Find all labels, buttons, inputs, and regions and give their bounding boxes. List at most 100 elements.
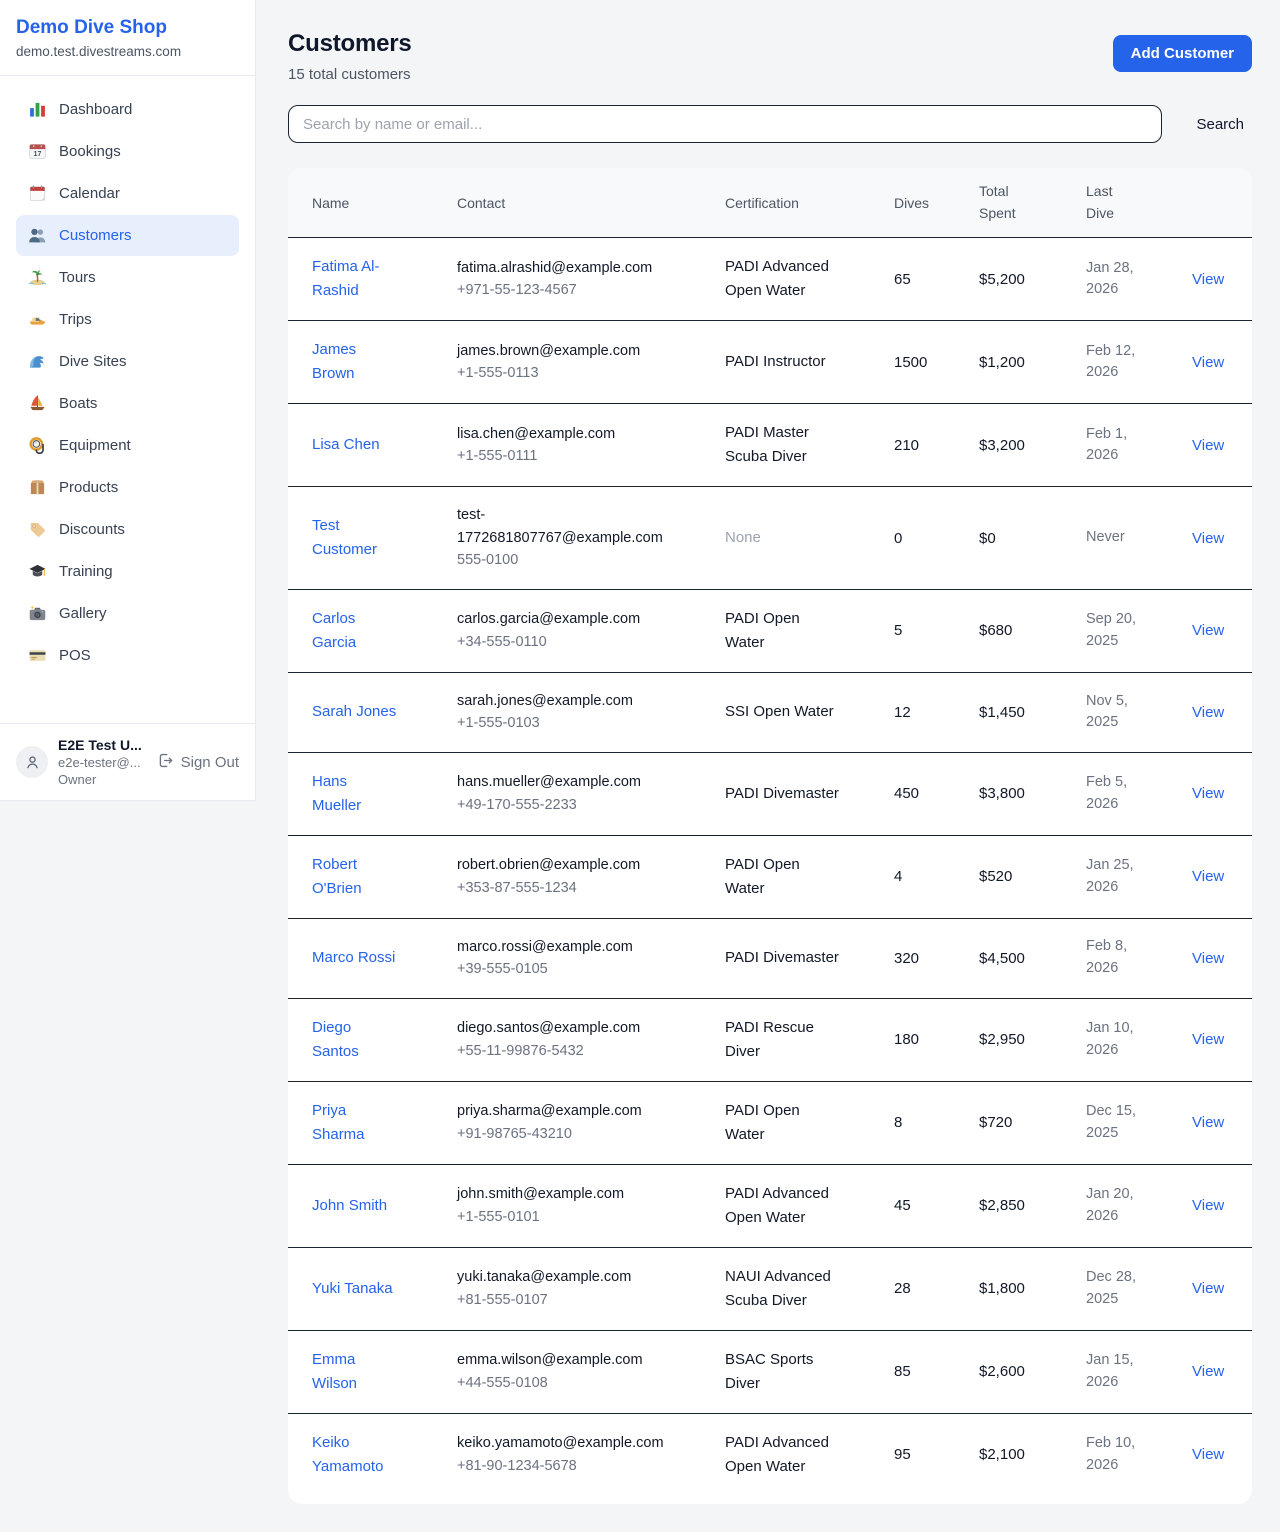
customer-name-link[interactable]: Sarah Jones xyxy=(312,700,396,724)
view-link[interactable]: View xyxy=(1192,950,1224,967)
table-row: James Brown james.brown@example.com +1-5… xyxy=(288,321,1252,404)
table-row: Emma Wilson emma.wilson@example.com +44-… xyxy=(288,1330,1252,1413)
customer-certification: SSI Open Water xyxy=(725,700,843,724)
customer-phone: +49-170-555-2233 xyxy=(457,794,709,816)
view-link[interactable]: View xyxy=(1192,622,1224,639)
customer-name-link[interactable]: Fatima Al-Rashid xyxy=(312,255,399,303)
customer-email: james.brown@example.com xyxy=(457,340,669,362)
table-row: Fatima Al-Rashid fatima.alrashid@example… xyxy=(288,238,1252,321)
shop-domain: demo.test.divestreams.com xyxy=(16,44,239,59)
view-link[interactable]: View xyxy=(1192,437,1224,454)
customer-name-link[interactable]: Marco Rossi xyxy=(312,946,395,970)
customer-last-dive: Jan 25, 2026 xyxy=(1086,855,1150,899)
customer-name-link[interactable]: Priya Sharma xyxy=(312,1099,399,1147)
view-link[interactable]: View xyxy=(1192,1363,1224,1380)
sidebar-item-bookings[interactable]: 17 Bookings xyxy=(16,131,239,172)
column-header-contact: Contact xyxy=(457,168,725,238)
search-button[interactable]: Search xyxy=(1188,112,1252,137)
view-link[interactable]: View xyxy=(1192,1446,1224,1463)
customer-email: keiko.yamamoto@example.com xyxy=(457,1432,669,1454)
view-link[interactable]: View xyxy=(1192,785,1224,802)
sidebar-item-products[interactable]: Products xyxy=(16,467,239,508)
sidebar: Demo Dive Shop demo.test.divestreams.com… xyxy=(0,0,256,801)
view-link[interactable]: View xyxy=(1192,1031,1224,1048)
sidebar-item-trips[interactable]: Trips xyxy=(16,299,239,340)
customer-certification: PADI Open Water xyxy=(725,1099,843,1147)
customer-name-link[interactable]: Hans Mueller xyxy=(312,770,399,818)
sidebar-item-tours[interactable]: Tours xyxy=(16,257,239,298)
gallery-icon xyxy=(28,604,47,623)
shop-name[interactable]: Demo Dive Shop xyxy=(16,17,239,39)
sidebar-item-dashboard[interactable]: Dashboard xyxy=(16,89,239,130)
customer-certification: PADI Advanced Open Water xyxy=(725,1431,843,1479)
customer-name-link[interactable]: Robert O'Brien xyxy=(312,853,399,901)
customer-name-link[interactable]: Diego Santos xyxy=(312,1016,399,1064)
table-row: Lisa Chen lisa.chen@example.com +1-555-0… xyxy=(288,404,1252,487)
customer-total-spent: $0 xyxy=(979,487,1086,589)
sidebar-item-pos[interactable]: POS xyxy=(16,635,239,676)
sidebar-item-boats[interactable]: Boats xyxy=(16,383,239,424)
sidebar-item-customers[interactable]: Customers xyxy=(16,215,239,256)
column-header-last-dive: Last Dive xyxy=(1086,168,1192,238)
customer-name-link[interactable]: Test Customer xyxy=(312,514,399,562)
sidebar-item-calendar[interactable]: Calendar xyxy=(16,173,239,214)
customer-phone: +1-555-0111 xyxy=(457,445,709,467)
customer-last-dive: Jan 15, 2026 xyxy=(1086,1350,1150,1394)
customer-total-spent: $680 xyxy=(979,589,1086,672)
customer-certification: PADI Advanced Open Water xyxy=(725,1182,843,1230)
svg-text:17: 17 xyxy=(34,150,42,158)
customer-dives: 450 xyxy=(894,752,979,835)
tours-icon xyxy=(28,268,47,287)
search-bar: Search xyxy=(288,105,1252,143)
pos-icon xyxy=(28,646,47,665)
customer-name-link[interactable]: Yuki Tanaka xyxy=(312,1277,393,1301)
trips-icon xyxy=(28,310,47,329)
customers-table: NameContactCertificationDivesTotal Spent… xyxy=(288,168,1252,1496)
view-link[interactable]: View xyxy=(1192,868,1224,885)
sidebar-item-discounts[interactable]: Discounts xyxy=(16,509,239,550)
customer-last-dive: Sep 20, 2025 xyxy=(1086,609,1150,653)
customer-certification: PADI Divemaster xyxy=(725,946,843,970)
view-link[interactable]: View xyxy=(1192,1114,1224,1131)
customer-dives: 85 xyxy=(894,1330,979,1413)
table-header-row: NameContactCertificationDivesTotal Spent… xyxy=(288,168,1252,238)
table-body: Fatima Al-Rashid fatima.alrashid@example… xyxy=(288,238,1252,1496)
customer-name-link[interactable]: John Smith xyxy=(312,1194,387,1218)
customer-name-link[interactable]: Keiko Yamamoto xyxy=(312,1431,399,1479)
customer-certification: PADI Instructor xyxy=(725,350,843,374)
customer-name-link[interactable]: Carlos Garcia xyxy=(312,607,399,655)
customer-last-dive: Dec 15, 2025 xyxy=(1086,1101,1150,1145)
view-link[interactable]: View xyxy=(1192,1197,1224,1214)
customer-name-link[interactable]: Emma Wilson xyxy=(312,1348,399,1396)
sign-out-button[interactable]: Sign Out xyxy=(157,752,239,773)
sign-out-icon xyxy=(157,752,174,773)
column-header-dives: Dives xyxy=(894,168,979,238)
customer-last-dive: Never xyxy=(1086,527,1150,549)
customer-last-dive: Feb 12, 2026 xyxy=(1086,341,1150,385)
customer-dives: 12 xyxy=(894,672,979,752)
table-row: Carlos Garcia carlos.garcia@example.com … xyxy=(288,589,1252,672)
view-link[interactable]: View xyxy=(1192,704,1224,721)
customer-email: sarah.jones@example.com xyxy=(457,690,669,712)
add-customer-button[interactable]: Add Customer xyxy=(1113,35,1252,72)
sidebar-item-dive-sites[interactable]: Dive Sites xyxy=(16,341,239,382)
customer-total-spent: $1,450 xyxy=(979,672,1086,752)
customers-icon xyxy=(28,226,47,245)
customer-name-link[interactable]: James Brown xyxy=(312,338,399,386)
sidebar-item-equipment[interactable]: Equipment xyxy=(16,425,239,466)
sidebar-item-gallery[interactable]: Gallery xyxy=(16,593,239,634)
discounts-icon xyxy=(28,520,47,539)
customer-email: priya.sharma@example.com xyxy=(457,1100,669,1122)
view-link[interactable]: View xyxy=(1192,271,1224,288)
customer-dives: 180 xyxy=(894,998,979,1081)
customer-last-dive: Jan 10, 2026 xyxy=(1086,1018,1150,1062)
sidebar-item-training[interactable]: Training xyxy=(16,551,239,592)
search-input[interactable] xyxy=(288,105,1162,143)
view-link[interactable]: View xyxy=(1192,354,1224,371)
view-link[interactable]: View xyxy=(1192,530,1224,547)
customer-certification: PADI Divemaster xyxy=(725,782,843,806)
customer-email: john.smith@example.com xyxy=(457,1183,669,1205)
customer-total-spent: $1,200 xyxy=(979,321,1086,404)
view-link[interactable]: View xyxy=(1192,1280,1224,1297)
customer-name-link[interactable]: Lisa Chen xyxy=(312,433,380,457)
